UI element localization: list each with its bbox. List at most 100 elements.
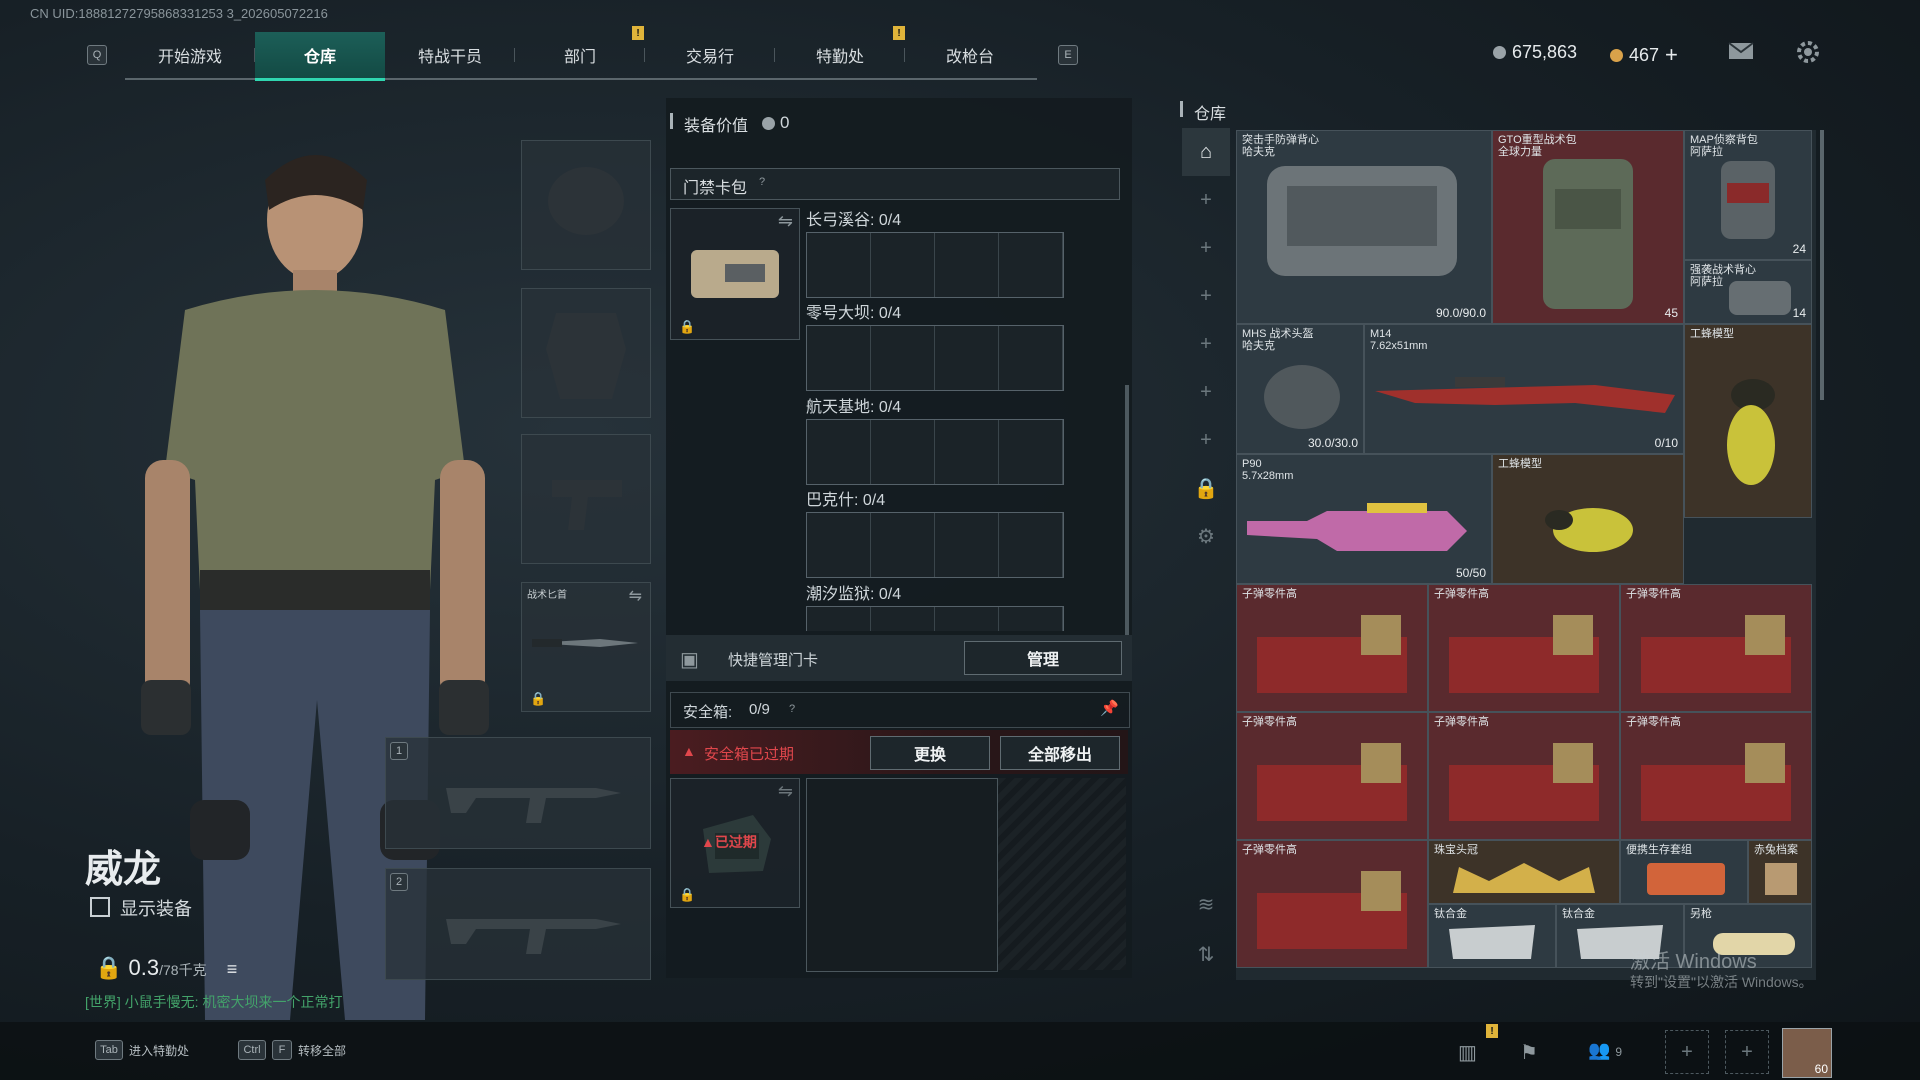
- help-icon[interactable]: ?: [759, 176, 765, 188]
- invite-slot-button[interactable]: +: [1725, 1030, 1769, 1074]
- stash-item-ammo-parts[interactable]: 子弹零件高: [1428, 712, 1620, 840]
- pistol-slot[interactable]: [521, 434, 651, 564]
- stash-item-vest[interactable]: 突击手防弹背心 哈夫克 90.0/90.0: [1236, 130, 1492, 324]
- stash-item-backpack[interactable]: GTO重型战术包 全球力量 45: [1492, 130, 1684, 324]
- tab-department[interactable]: 部门: [515, 32, 645, 78]
- add-currency-button[interactable]: +: [1665, 42, 1678, 68]
- stash-item-rifle-m14[interactable]: M14 7.62x51mm 0/10: [1364, 324, 1684, 454]
- weight-detail-icon[interactable]: ≡: [227, 959, 238, 979]
- warning-icon: ▲: [682, 743, 696, 759]
- windows-activation-title: 激活 Windows: [1630, 951, 1757, 973]
- enter-special-ops-hint[interactable]: Tab 进入特勤处: [95, 1040, 189, 1060]
- stash-home-icon[interactable]: ⌂: [1182, 128, 1230, 176]
- help-icon[interactable]: ?: [789, 703, 795, 715]
- sort-icon[interactable]: ⇅: [1182, 930, 1230, 978]
- melee-slot[interactable]: 战术匕首 ⇋ 🔒: [521, 582, 651, 712]
- helmet-slot[interactable]: [521, 140, 651, 270]
- stash-item-bee-model[interactable]: 工蜂模型: [1492, 454, 1684, 584]
- show-gear-label: 显示装备: [120, 899, 192, 919]
- stash-item-helmet[interactable]: MHS 战术头盔 哈夫克 30.0/30.0: [1236, 324, 1364, 454]
- slot-1-number: 1: [390, 742, 408, 760]
- transfer-all-hint[interactable]: Ctrl F 转移全部: [238, 1040, 346, 1060]
- stash-item-titanium[interactable]: 钛合金: [1428, 904, 1556, 968]
- manage-button[interactable]: 管理: [964, 641, 1122, 675]
- safebox-slot[interactable]: ⇋ ▲已过期 🔒: [670, 778, 800, 908]
- safebox-header: 安全箱: 0/9 ? 📌: [670, 692, 1130, 728]
- prev-tab-key[interactable]: Q: [87, 45, 107, 65]
- stash-item-assault-vest[interactable]: 强袭战术背心 阿萨拉 14: [1684, 260, 1812, 324]
- stash-item-ammo-parts[interactable]: 子弹零件高: [1620, 712, 1812, 840]
- stash-item-p90[interactable]: P90 5.7x28mm 50/50: [1236, 454, 1492, 584]
- tab-warehouse[interactable]: 仓库: [255, 32, 385, 81]
- stash-item-recon-backpack[interactable]: MAP侦察背包 阿萨拉 24: [1684, 130, 1812, 260]
- tab-operators[interactable]: 特战干员: [385, 32, 515, 78]
- stash-item-survival-kit[interactable]: 便携生存套组: [1620, 840, 1748, 904]
- silver-currency: 675,863: [1493, 42, 1577, 63]
- silver-coin-icon: [1493, 46, 1506, 59]
- flag-icon[interactable]: ⚑: [1520, 1040, 1538, 1065]
- keycard-map-list: 长弓溪谷: 0/4 零号大坝: 0/4 航天基地: 0/4 巴克什: 0/4 潮…: [806, 206, 1126, 631]
- tab-start-game[interactable]: 开始游戏: [125, 32, 255, 78]
- stash-item-ammo-parts[interactable]: 子弹零件高: [1236, 584, 1428, 712]
- equip-value-label: 装备价值: [684, 118, 749, 135]
- safebox-grid-slot[interactable]: [806, 778, 998, 972]
- equip-value: 0: [762, 113, 789, 133]
- stash-item-bee-model[interactable]: 工蜂模型: [1684, 324, 1812, 518]
- add-stash-tab-icon[interactable]: +: [1182, 176, 1230, 224]
- armor-slot[interactable]: [521, 288, 651, 418]
- map-card-grid[interactable]: [806, 232, 1064, 298]
- player-avatar[interactable]: 60: [1782, 1028, 1832, 1078]
- player-level: 60: [1814, 1062, 1828, 1076]
- stash-scrollbar[interactable]: [1820, 130, 1824, 400]
- swap-icon[interactable]: ⇋: [629, 586, 642, 606]
- move-all-button[interactable]: 全部移出: [1000, 736, 1120, 770]
- stash-item-ammo-parts[interactable]: 子弹零件高: [1620, 584, 1812, 712]
- keycard-bag-header[interactable]: 门禁卡包 ?: [670, 168, 1120, 200]
- mail-icon[interactable]: [1728, 42, 1754, 60]
- map-card-grid[interactable]: [806, 325, 1064, 391]
- gold-coin-icon: [1610, 48, 1623, 62]
- friends-icon[interactable]: 👥 9: [1588, 1040, 1622, 1061]
- primary-weapon-slot[interactable]: 1: [385, 737, 651, 849]
- settings-gear-icon[interactable]: [1796, 40, 1820, 64]
- next-tab-key[interactable]: E: [1058, 45, 1078, 65]
- add-stash-tab-icon[interactable]: +: [1182, 320, 1230, 368]
- world-chat-line[interactable]: [世界] 小鼠手慢无: 机密大坝来一个正常打: [85, 992, 342, 1012]
- secondary-weapon-slot[interactable]: 2: [385, 868, 651, 980]
- stash-title: 仓库: [1194, 106, 1227, 123]
- layers-icon[interactable]: ≋: [1182, 880, 1230, 928]
- tab-trading[interactable]: 交易行: [645, 32, 775, 78]
- map-card-grid[interactable]: [806, 606, 1064, 631]
- swap-icon[interactable]: ⇋: [778, 211, 793, 232]
- pin-icon[interactable]: 📌: [1100, 699, 1119, 717]
- invite-slot-button[interactable]: +: [1665, 1030, 1709, 1074]
- stash-item-ammo-parts[interactable]: 子弹零件高: [1236, 840, 1428, 968]
- silver-coin-icon: [762, 116, 775, 130]
- stats-chart-icon[interactable]: ▥: [1458, 1040, 1477, 1065]
- stash-item-file[interactable]: 赤兔档案: [1748, 840, 1812, 904]
- stash-grid: 突击手防弹背心 哈夫克 90.0/90.0 GTO重型战术包 全球力量 45 M…: [1236, 130, 1816, 980]
- tab-special-ops[interactable]: 特勤处: [775, 32, 905, 78]
- replace-button[interactable]: 更换: [870, 736, 990, 770]
- add-stash-tab-icon[interactable]: +: [1182, 416, 1230, 464]
- lock-icon[interactable]: 🔒: [1182, 464, 1230, 512]
- show-gear-checkbox[interactable]: [90, 897, 110, 917]
- safebox-locked-area: [998, 778, 1126, 970]
- stash-settings-gear-icon[interactable]: ⚙: [1182, 512, 1230, 560]
- add-stash-tab-icon[interactable]: +: [1182, 368, 1230, 416]
- map-card-grid[interactable]: [806, 512, 1064, 578]
- scrollbar[interactable]: [1125, 385, 1129, 635]
- add-stash-tab-icon[interactable]: +: [1182, 224, 1230, 272]
- map-label-dam: 零号大坝: 0/4: [806, 305, 902, 322]
- add-stash-tab-icon[interactable]: +: [1182, 272, 1230, 320]
- keycard-icon: ▣: [680, 649, 699, 671]
- map-label-tide-prison: 潮汐监狱: 0/4: [806, 586, 902, 603]
- keycard-bag-slot[interactable]: ⇋ 🔒: [670, 208, 800, 340]
- stash-item-ammo-parts[interactable]: 子弹零件高: [1428, 584, 1620, 712]
- tab-gunsmith[interactable]: 改枪台: [905, 32, 1035, 78]
- swap-icon[interactable]: ⇋: [778, 781, 793, 802]
- stash-sidebar: ⌂ + + + + + + 🔒 ⚙: [1182, 128, 1230, 560]
- map-card-grid[interactable]: [806, 419, 1064, 485]
- stash-item-jewel-crown[interactable]: 珠宝头冠: [1428, 840, 1620, 904]
- stash-item-ammo-parts[interactable]: 子弹零件高: [1236, 712, 1428, 840]
